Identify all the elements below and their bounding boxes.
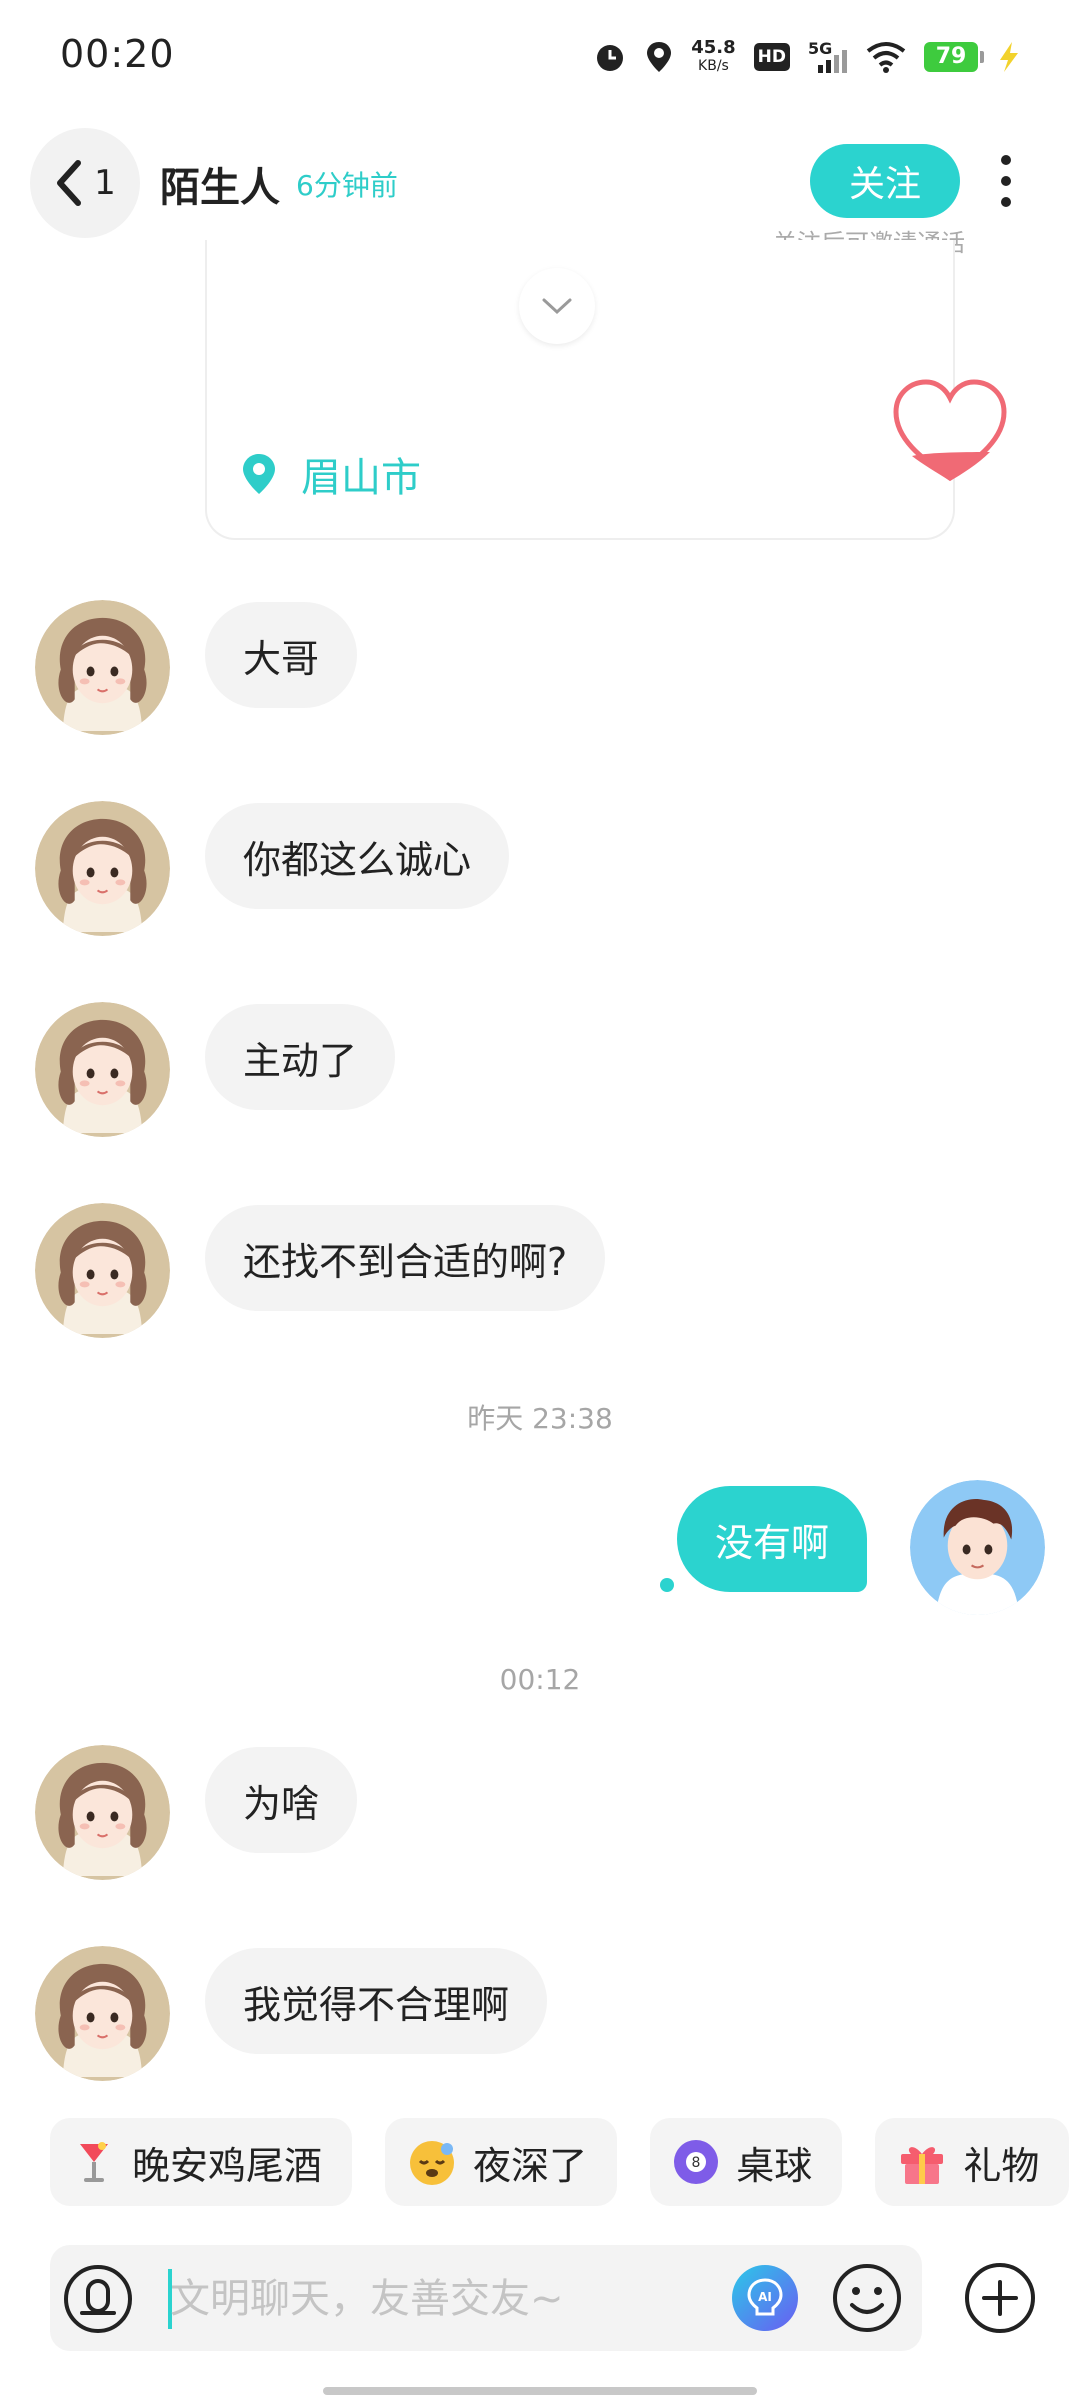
chat-timestamp: 昨天 23:38 [467, 1402, 613, 1435]
read-status-dot [660, 1578, 674, 1592]
stranger-avatar[interactable] [35, 801, 170, 936]
billiard-ball-icon: 8 [674, 2140, 719, 2184]
chip-billiards[interactable]: 8 桌球 [650, 2118, 843, 2206]
svg-text:8: 8 [692, 2155, 701, 2171]
message-row: 你都这么诚心 [0, 801, 1080, 936]
location-name: 眉山市 [301, 455, 421, 501]
expand-card-button[interactable] [519, 268, 595, 344]
follow-button[interactable]: 关注 [810, 144, 960, 218]
chip-label: 桌球 [736, 2143, 813, 2188]
message-row-sent: 没有啊 [0, 1480, 1080, 1615]
message-row: 为啥 [0, 1745, 1080, 1880]
location-icon [645, 40, 673, 74]
message-row: 我觉得不合理啊 [0, 1946, 1080, 2081]
message-bubble: 为啥 [205, 1747, 358, 1853]
voice-icon [64, 2265, 132, 2333]
quick-reply-chips: 晚安鸡尾酒 夜深了 8 桌球 礼物 [50, 2118, 1080, 2206]
cocktail-icon [80, 2142, 108, 2182]
status-bar: 00:20 45.8 KB/s HD 5G 79 [0, 0, 1080, 115]
chevron-left-icon [57, 160, 82, 206]
hd-icon: HD [753, 43, 790, 71]
message-input-bar: AI [50, 2245, 922, 2351]
chip-label: 晚安鸡尾酒 [132, 2143, 323, 2188]
alarm-icon [593, 40, 627, 74]
ai-assistant-button[interactable]: AI [732, 2265, 798, 2331]
chat-timestamp: 00:12 [499, 1663, 581, 1696]
net-speed-value: 45.8 [691, 37, 736, 58]
status-icons: 45.8 KB/s HD 5G 79 [593, 34, 1022, 80]
message-bubble: 我觉得不合理啊 [205, 1948, 548, 2054]
ai-bulb-icon: AI [747, 2278, 783, 2316]
message-bubble: 你都这么诚心 [205, 803, 510, 909]
more-options-icon[interactable] [988, 151, 1024, 211]
my-avatar[interactable] [910, 1480, 1045, 1615]
message-bubble: 主动了 [205, 1004, 396, 1110]
plus-icon [965, 2263, 1035, 2333]
voice-input-button[interactable] [62, 2263, 134, 2335]
net-speed: 45.8 KB/s [691, 39, 735, 75]
unread-count: 1 [94, 163, 116, 203]
emoji-button[interactable] [830, 2261, 904, 2335]
net-speed-unit: KB/s [698, 58, 729, 74]
signal-5g-icon: 5G [808, 39, 848, 75]
chip-gift[interactable]: 礼物 [875, 2118, 1070, 2206]
chip-label: 夜深了 [473, 2143, 588, 2188]
battery-icon: 79 [924, 42, 984, 72]
more-actions-button[interactable] [962, 2260, 1038, 2336]
charging-icon [996, 40, 1022, 74]
chip-cocktail[interactable]: 晚安鸡尾酒 [50, 2118, 353, 2206]
sent-message-bubble: 没有啊 [677, 1486, 868, 1592]
stranger-avatar[interactable] [35, 600, 170, 735]
page-title: 陌生人 [160, 165, 280, 211]
back-button[interactable]: 1 [30, 128, 140, 238]
chevron-down-icon [542, 298, 572, 315]
chip-label: 礼物 [963, 2143, 1040, 2188]
message-row: 还找不到合适的啊? [0, 1203, 1080, 1338]
gift-icon [901, 2147, 944, 2184]
status-time: 00:20 [60, 32, 175, 76]
message-row: 大哥 [0, 600, 1080, 735]
smiley-icon [833, 2264, 901, 2332]
message-bubble: 大哥 [205, 602, 358, 708]
last-seen-status: 6分钟前 [296, 169, 398, 202]
location-pin-icon [243, 454, 275, 494]
chip-late-night[interactable]: 夜深了 [385, 2118, 618, 2206]
location: 眉山市 [241, 445, 421, 503]
stranger-avatar[interactable] [35, 1745, 170, 1880]
profile-card: 眉山市 [205, 240, 955, 540]
svg-text:AI: AI [758, 2290, 772, 2304]
stranger-avatar[interactable] [35, 1002, 170, 1137]
message-bubble: 还找不到合适的啊? [205, 1205, 606, 1311]
heart-icon[interactable] [890, 378, 1010, 492]
stranger-avatar[interactable] [35, 1203, 170, 1338]
sleepy-face-icon [410, 2141, 455, 2185]
home-indicator[interactable] [323, 2387, 757, 2395]
message-input[interactable] [170, 2263, 730, 2335]
stranger-avatar[interactable] [35, 1946, 170, 2081]
wifi-icon [866, 41, 906, 73]
message-row: 主动了 [0, 1002, 1080, 1137]
